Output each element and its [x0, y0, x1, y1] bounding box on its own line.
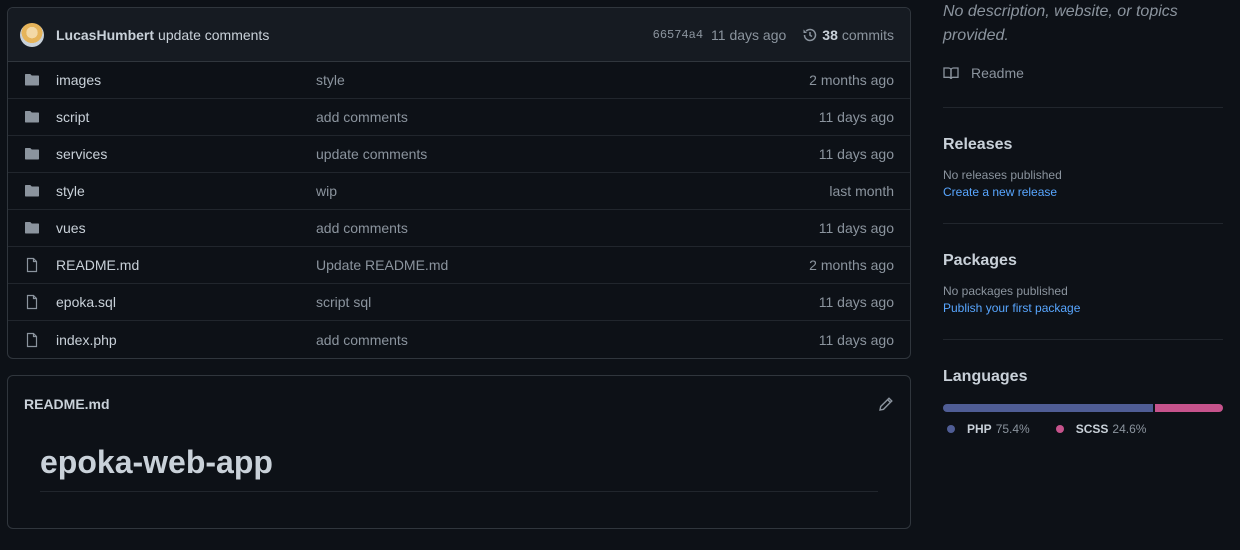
divider — [943, 223, 1223, 224]
languages-title: Languages — [943, 368, 1028, 385]
readme-box: README.md epoka-web-app — [7, 375, 911, 529]
language-name: PHP — [967, 422, 992, 436]
file-name-link[interactable]: services — [56, 146, 316, 162]
divider — [943, 107, 1223, 108]
readme-link[interactable]: Readme — [943, 63, 1223, 83]
commit-author-link[interactable]: LucasHumbert — [56, 27, 154, 43]
pencil-icon[interactable] — [878, 396, 894, 412]
publish-package-link[interactable]: Publish your first package — [943, 301, 1223, 315]
file-commit-age: 11 days ago — [818, 109, 894, 125]
file-commit-message-link[interactable]: update comments — [316, 146, 819, 162]
file-icon — [24, 332, 40, 348]
file-commit-age: 11 days ago — [818, 331, 894, 348]
file-commit-age: 11 days ago — [818, 294, 894, 310]
book-icon — [943, 67, 959, 80]
file-row: style wip last month — [8, 173, 910, 210]
file-row: images style 2 months ago — [8, 62, 910, 99]
commit-message-link[interactable]: update comments — [158, 27, 269, 43]
file-commit-age: 2 months ago — [809, 257, 894, 273]
folder-icon — [24, 72, 40, 88]
file-commit-message-link[interactable]: script sql — [316, 294, 819, 310]
readme-link-label: Readme — [971, 65, 1024, 81]
file-name-link[interactable]: epoka.sql — [56, 294, 316, 310]
readme-heading: epoka-web-app — [40, 444, 878, 492]
language-dot-icon — [947, 425, 955, 433]
language-bar — [943, 404, 1223, 412]
packages-title[interactable]: Packages — [943, 252, 1223, 270]
commit-history-link[interactable]: 38 commits — [802, 27, 894, 43]
file-commit-message-link[interactable]: style — [316, 72, 809, 88]
commit-count: 38 — [822, 26, 838, 43]
latest-commit-bar: LucasHumbert update comments 66574a4 11 … — [8, 8, 910, 62]
divider — [943, 339, 1223, 340]
file-commit-message-link[interactable]: add comments — [316, 220, 819, 236]
file-row: index.php add comments 11 days ago — [8, 321, 910, 358]
file-icon — [24, 257, 40, 273]
file-commit-message-link[interactable]: Update README.md — [316, 257, 809, 273]
language-dot-icon — [1055, 425, 1064, 433]
language-item-scss[interactable]: SCSS 24.6% — [1055, 422, 1147, 436]
language-bar-segment-php — [943, 404, 1153, 412]
file-row: vues add comments 11 days ago — [8, 210, 910, 247]
file-commit-age: last month — [829, 183, 894, 199]
file-commit-age: 11 days ago — [818, 220, 894, 236]
create-release-link[interactable]: Create a new release — [943, 185, 1223, 199]
file-row: services update comments 11 days ago — [8, 136, 910, 173]
language-percent: 24.6% — [1112, 422, 1147, 436]
file-name-link[interactable]: style — [56, 183, 316, 199]
file-name-link[interactable]: index.php — [56, 332, 316, 348]
language-name: SCSS — [1075, 422, 1109, 436]
folder-icon — [24, 183, 40, 199]
language-bar-segment-scss — [1154, 404, 1223, 412]
folder-icon — [24, 109, 40, 125]
file-rows: images style 2 months ago script add comment… — [8, 62, 910, 358]
releases-empty: No releases published — [943, 168, 1062, 182]
file-name-link[interactable]: script — [56, 109, 316, 125]
folder-icon — [24, 146, 40, 162]
commit-count-label: commits — [841, 26, 894, 43]
language-percent: 75.4% — [995, 422, 1030, 436]
file-commit-age: 2 months ago — [809, 72, 894, 88]
packages-empty: No packages published — [943, 284, 1068, 298]
sidebar: No description, website, or topics provi… — [943, 0, 1223, 436]
history-icon — [803, 28, 817, 41]
folder-icon — [24, 220, 40, 236]
releases-title[interactable]: Releases — [943, 136, 1223, 154]
commit-meta: 66574a4 11 days ago 38 commits — [653, 27, 894, 43]
commit-age: 11 days ago — [711, 26, 787, 43]
file-commit-message-link[interactable]: add comments — [316, 109, 819, 125]
file-name-link[interactable]: images — [56, 72, 316, 88]
file-listing: LucasHumbert update comments 66574a4 11 … — [7, 7, 911, 359]
readme-filename[interactable]: README.md — [24, 396, 110, 412]
language-list: PHP 75.4% SCSS 24.6% — [943, 422, 1223, 436]
file-commit-age: 11 days ago — [818, 146, 894, 162]
language-item-php[interactable]: PHP 75.4% — [947, 422, 1030, 436]
file-row: script add comments 11 days ago — [8, 99, 910, 136]
file-name-link[interactable]: vues — [56, 220, 316, 236]
file-commit-message-link[interactable]: add comments — [316, 332, 819, 348]
about-description: No description, website, or topics provi… — [943, 3, 1178, 44]
file-commit-message-link[interactable]: wip — [316, 183, 829, 199]
file-name-link[interactable]: README.md — [56, 257, 316, 273]
avatar[interactable] — [20, 22, 44, 47]
commit-sha-link[interactable]: 66574a4 — [653, 28, 703, 42]
file-icon — [24, 294, 40, 310]
readme-header: README.md — [8, 376, 910, 432]
file-row: epoka.sql script sql 11 days ago — [8, 284, 910, 321]
file-row: README.md Update README.md 2 months ago — [8, 247, 910, 284]
